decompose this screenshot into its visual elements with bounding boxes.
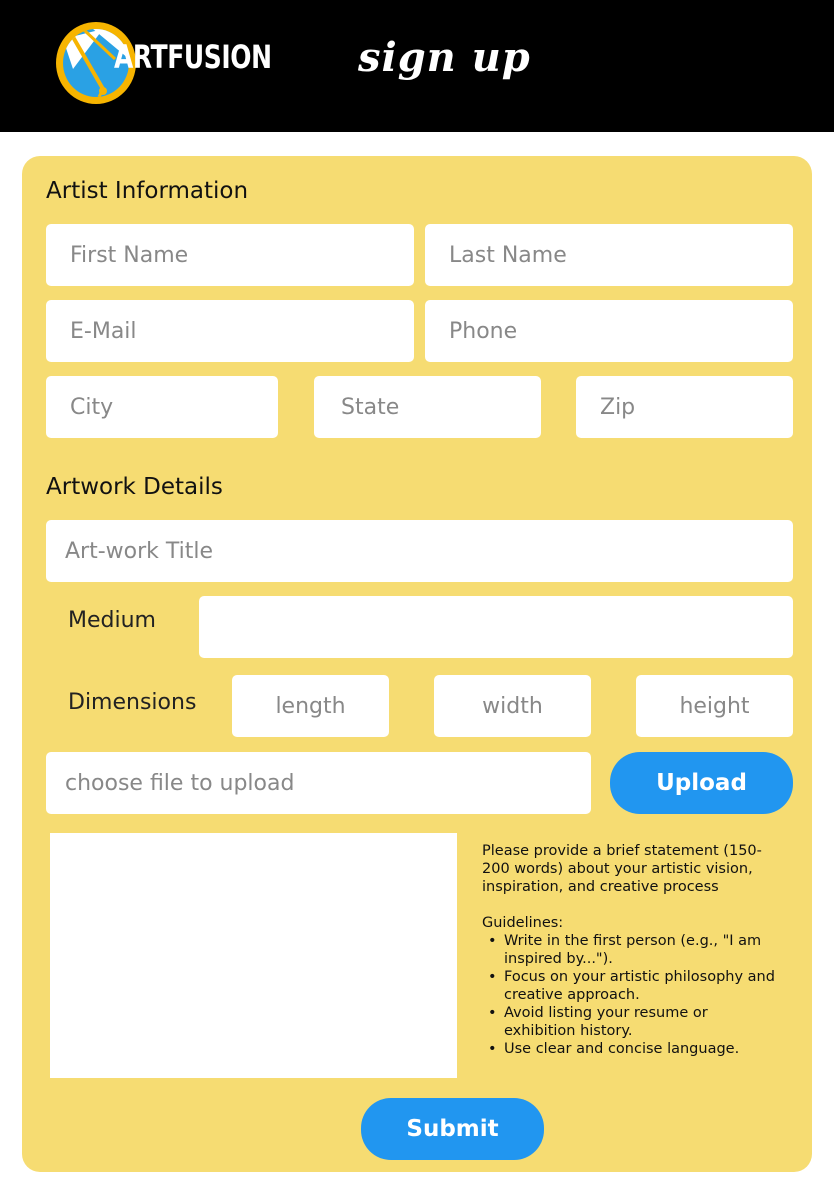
medium-input[interactable] bbox=[199, 596, 793, 658]
statement-guidelines: Please provide a brief statement (150-20… bbox=[482, 842, 782, 1058]
upload-button[interactable]: Upload bbox=[610, 752, 793, 814]
email-input[interactable]: E-Mail bbox=[46, 300, 414, 362]
dimensions-label: Dimensions bbox=[68, 690, 197, 715]
width-placeholder: width bbox=[482, 693, 543, 719]
first-name-input[interactable]: First Name bbox=[46, 224, 414, 286]
file-chooser-input[interactable]: choose file to upload bbox=[46, 752, 591, 814]
email-placeholder: E-Mail bbox=[70, 318, 137, 344]
artwork-title-input[interactable]: Art-work Title bbox=[46, 520, 793, 582]
length-input[interactable]: length bbox=[232, 675, 389, 737]
logo-text: ARTFUSION bbox=[114, 38, 272, 76]
artist-statement-textarea[interactable] bbox=[50, 833, 457, 1078]
artwork-title-placeholder: Art-work Title bbox=[65, 538, 214, 564]
submit-button[interactable]: Submit bbox=[361, 1098, 544, 1160]
state-input[interactable]: State bbox=[314, 376, 541, 438]
header-bar: ARTFUSION sign up bbox=[0, 0, 834, 132]
city-input[interactable]: City bbox=[46, 376, 278, 438]
page-title: sign up bbox=[358, 34, 531, 81]
length-placeholder: length bbox=[275, 693, 346, 719]
zip-input[interactable]: Zip bbox=[576, 376, 793, 438]
phone-input[interactable]: Phone bbox=[425, 300, 793, 362]
width-input[interactable]: width bbox=[434, 675, 591, 737]
artwork-details-heading: Artwork Details bbox=[46, 474, 223, 500]
state-placeholder: State bbox=[341, 394, 400, 420]
artfusion-logo[interactable]: ARTFUSION bbox=[56, 22, 272, 106]
height-placeholder: height bbox=[679, 693, 750, 719]
guideline-item: Avoid listing your resume or exhibition … bbox=[482, 1004, 782, 1040]
first-name-placeholder: First Name bbox=[70, 242, 189, 268]
phone-placeholder: Phone bbox=[449, 318, 518, 344]
last-name-placeholder: Last Name bbox=[449, 242, 567, 268]
last-name-input[interactable]: Last Name bbox=[425, 224, 793, 286]
guideline-item: Focus on your artistic philosophy and cr… bbox=[482, 968, 782, 1004]
file-placeholder: choose file to upload bbox=[65, 770, 295, 796]
statement-intro: Please provide a brief statement (150-20… bbox=[482, 843, 762, 895]
signup-form-panel: Artist Information First Name Last Name … bbox=[22, 156, 812, 1172]
guidelines-title: Guidelines: bbox=[482, 915, 564, 931]
height-input[interactable]: height bbox=[636, 675, 793, 737]
city-placeholder: City bbox=[70, 394, 114, 420]
zip-placeholder: Zip bbox=[600, 394, 636, 420]
medium-label: Medium bbox=[68, 608, 156, 633]
artist-information-heading: Artist Information bbox=[46, 178, 249, 204]
guideline-item: Write in the first person (e.g., "I am i… bbox=[482, 932, 782, 968]
guideline-item: Use clear and concise language. bbox=[482, 1040, 782, 1058]
guidelines-list: Write in the first person (e.g., "I am i… bbox=[482, 932, 782, 1058]
